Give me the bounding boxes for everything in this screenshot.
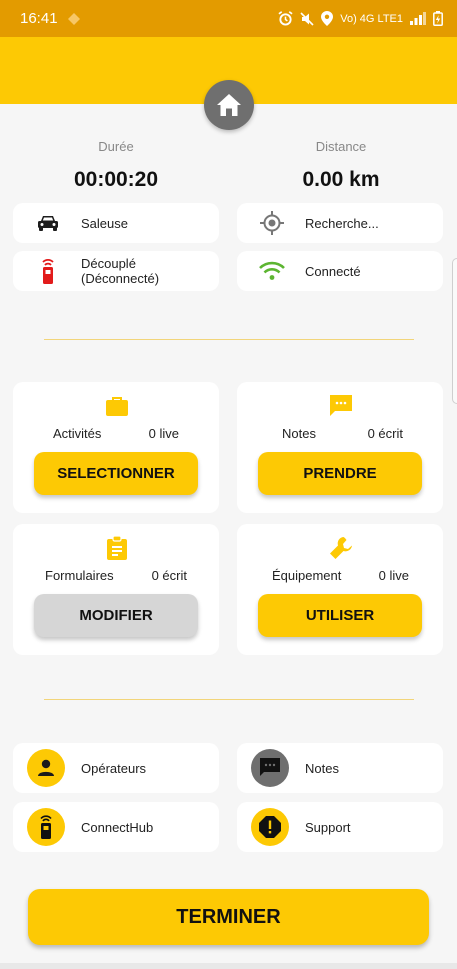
notes-card: Notes 0 écrit PRENDRE — [237, 382, 443, 513]
device-label: Découplé (Déconnecté) — [81, 256, 159, 286]
clipboard-icon — [105, 536, 129, 560]
forms-card: Formulaires 0 écrit MODIFIER — [13, 524, 219, 655]
activities-label: Activités — [53, 426, 102, 441]
vehicle-status[interactable]: Saleuse — [13, 203, 219, 243]
support-label: Support — [305, 819, 351, 835]
forms-count: 0 écrit — [151, 568, 187, 583]
duration-value: 00:00:20 — [73, 168, 159, 191]
equipment-card: Équipement 0 live UTILISER — [237, 524, 443, 655]
equipment-count: 0 live — [378, 568, 409, 583]
network-status[interactable]: Connecté — [237, 251, 443, 291]
connecthub-link[interactable]: ConnectHub — [13, 802, 219, 852]
device-status[interactable]: Découplé (Déconnecté) — [13, 251, 219, 291]
network-label: Connecté — [305, 263, 361, 279]
forms-label: Formulaires — [45, 568, 114, 583]
gps-label: Recherche... — [305, 215, 379, 231]
system-nav-bar — [0, 963, 457, 969]
vehicle-label: Saleuse — [81, 215, 128, 231]
home-button[interactable] — [204, 80, 254, 130]
signal-icon — [410, 12, 426, 25]
status-bar: 16:41 Vo) 4G LTE1 — [0, 0, 457, 37]
device-label-line1: Découplé — [81, 256, 136, 271]
equipment-label: Équipement — [272, 568, 342, 583]
connecthub-label: ConnectHub — [81, 819, 154, 835]
distance-value: 0.00 km — [302, 168, 380, 191]
remote-device-icon — [35, 258, 61, 284]
section-divider — [44, 339, 414, 340]
select-activities-button[interactable]: SELECTIONNER — [34, 452, 198, 495]
alarm-icon — [278, 11, 293, 26]
notes-count: 0 écrit — [367, 426, 403, 441]
alert-icon — [251, 808, 289, 846]
network-type-label: Vo) 4G LTE1 — [340, 12, 403, 25]
use-equipment-button[interactable]: UTILISER — [258, 594, 422, 637]
activities-count: 0 live — [148, 426, 179, 441]
notes-link-label: Notes — [305, 760, 339, 776]
edit-forms-button[interactable]: MODIFIER — [34, 594, 198, 637]
message-icon — [251, 749, 289, 787]
notes-label: Notes — [282, 426, 316, 441]
gps-status[interactable]: Recherche... — [237, 203, 443, 243]
gps-target-icon — [259, 210, 285, 236]
home-icon — [217, 94, 241, 116]
car-icon — [35, 210, 61, 236]
section-divider-2 — [44, 699, 414, 700]
take-notes-button[interactable]: PRENDRE — [258, 452, 422, 495]
finish-button[interactable]: TERMINER — [28, 889, 429, 945]
operators-link[interactable]: Opérateurs — [13, 743, 219, 793]
support-link[interactable]: Support — [237, 802, 443, 852]
briefcase-icon — [105, 394, 129, 418]
activities-card: Activités 0 live SELECTIONNER — [13, 382, 219, 513]
mute-icon — [300, 11, 314, 26]
device-icon — [27, 808, 65, 846]
distance-label: Distance — [315, 139, 367, 154]
status-time: 16:41 — [20, 10, 58, 27]
chat-icon — [329, 394, 353, 418]
operators-label: Opérateurs — [81, 760, 147, 776]
device-label-line2: (Déconnecté) — [81, 271, 160, 286]
person-icon — [27, 749, 65, 787]
scroll-handle[interactable] — [452, 258, 457, 404]
notes-link[interactable]: Notes — [237, 743, 443, 793]
location-diamond-icon — [67, 12, 80, 25]
wifi-icon — [259, 258, 285, 284]
battery-charging-icon — [433, 11, 443, 26]
location-pin-icon — [321, 11, 334, 26]
wrench-icon — [329, 536, 353, 560]
duration-label: Durée — [98, 139, 134, 154]
